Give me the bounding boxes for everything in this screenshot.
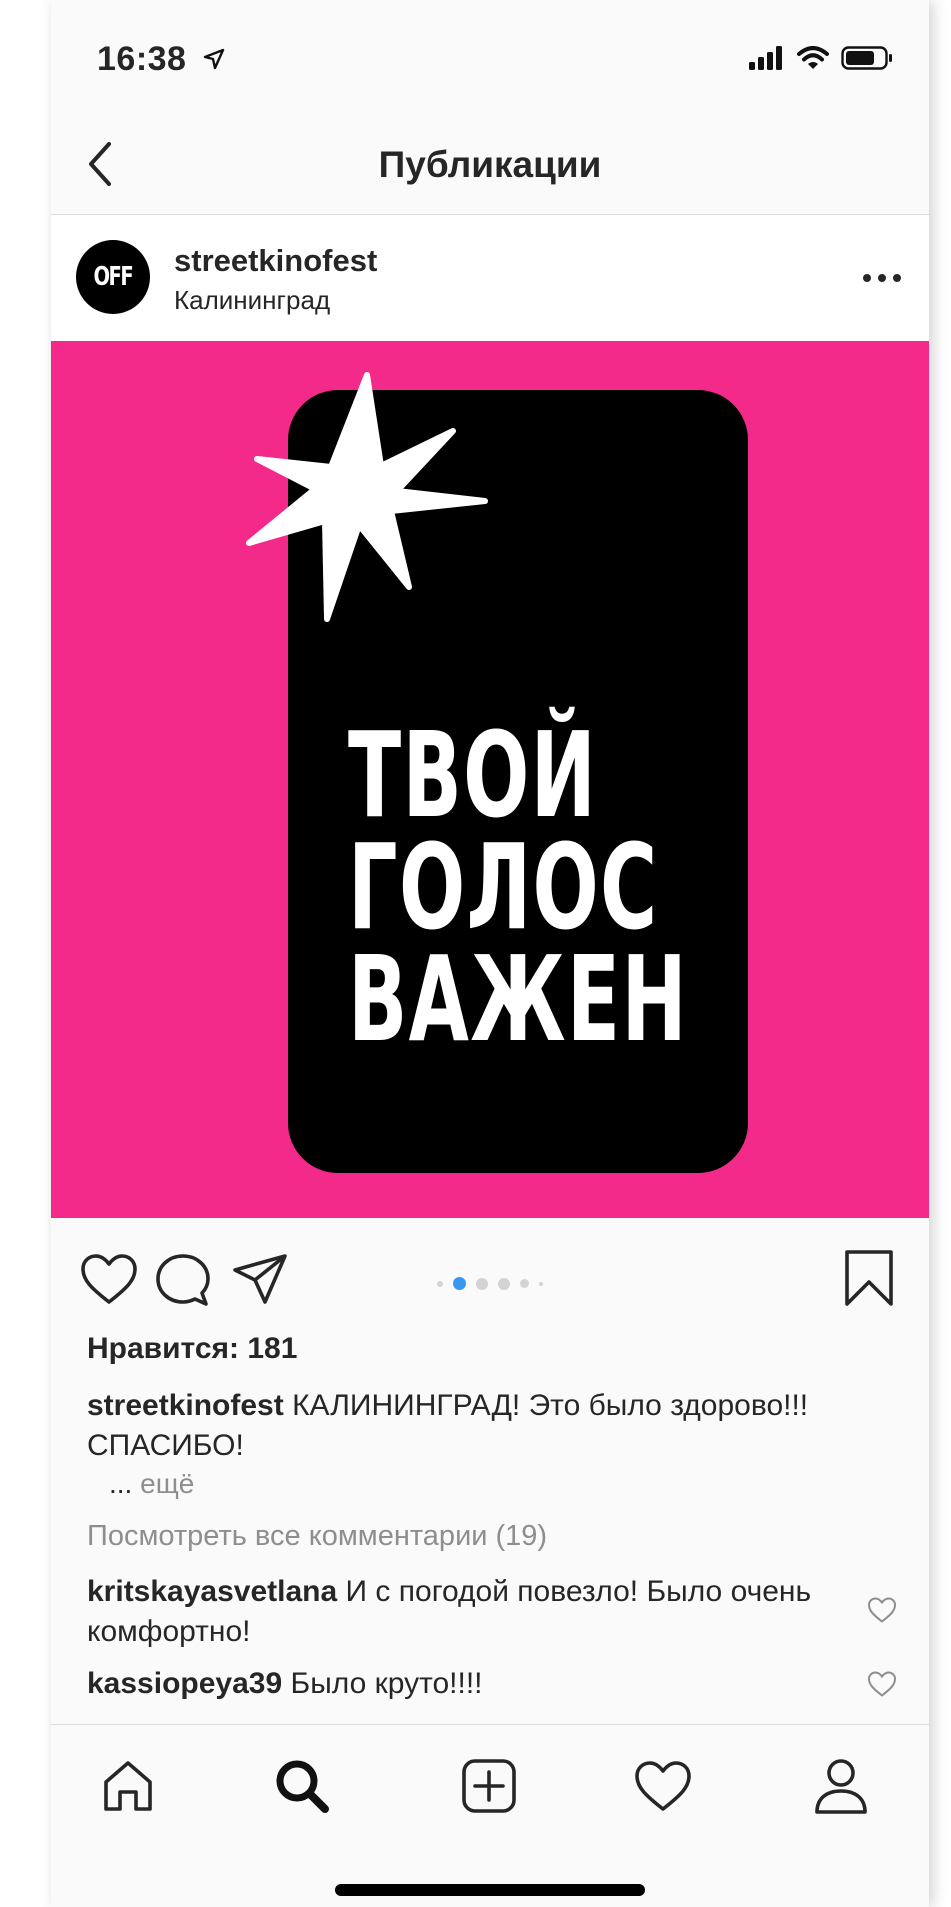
- caption-username[interactable]: streetkinofest: [87, 1389, 284, 1422]
- view-all-comments-link[interactable]: Посмотреть все комментарии (19): [87, 1520, 547, 1553]
- status-time: 16:38: [97, 40, 187, 78]
- bookmark-icon[interactable]: [841, 1248, 897, 1315]
- activity-heart-icon[interactable]: [628, 1751, 698, 1821]
- carousel-dot-active: [453, 1277, 466, 1290]
- more-label[interactable]: ещё: [140, 1468, 194, 1499]
- carousel-dot: [520, 1279, 529, 1288]
- nav-header: Публикации: [51, 120, 929, 215]
- phone-screen: 16:38 Публикации OFF streetkinofest Кали…: [51, 0, 929, 1907]
- headline-line: ГОЛОС: [348, 818, 659, 956]
- comment: kritskayasvetlana И с погодой повезло! Б…: [87, 1572, 847, 1652]
- more-ellipsis: ...: [109, 1468, 133, 1499]
- home-indicator: [335, 1884, 645, 1896]
- post-actions: [51, 1218, 929, 1334]
- add-post-icon[interactable]: [454, 1751, 524, 1821]
- wifi-icon: [797, 46, 829, 75]
- caption-more-link[interactable]: ... ещё: [109, 1468, 194, 1500]
- location-arrow-icon: [203, 48, 225, 75]
- page-title: Публикации: [378, 144, 602, 185]
- comment: kassiopeya39 Было круто!!!!: [87, 1664, 847, 1704]
- carousel-dot: [539, 1281, 543, 1286]
- ellipsis-icon[interactable]: [857, 263, 907, 293]
- comment-username[interactable]: kritskayasvetlana: [87, 1575, 337, 1608]
- carousel-dot: [437, 1280, 443, 1287]
- status-icons: [749, 46, 893, 75]
- post-caption: streetkinofest КАЛИНИНГРАД! Это было здо…: [87, 1386, 867, 1466]
- comment-username[interactable]: kassiopeya39: [87, 1667, 282, 1700]
- comment-text: Было круто!!!!: [290, 1667, 483, 1700]
- paper-plane-icon[interactable]: [231, 1252, 289, 1313]
- battery-icon: [841, 46, 893, 75]
- post-location[interactable]: Калининград: [174, 285, 330, 316]
- carousel-dot: [498, 1277, 510, 1290]
- post-header: OFF streetkinofest Калининград: [51, 215, 929, 341]
- heart-icon[interactable]: [79, 1252, 139, 1311]
- headline-line: ВАЖЕН: [348, 930, 688, 1068]
- profile-icon[interactable]: [806, 1751, 876, 1821]
- carousel-indicator: [437, 1277, 543, 1290]
- comment-like-heart-icon[interactable]: [867, 1596, 897, 1629]
- star-burst-icon: [246, 372, 488, 622]
- image-headline: ТВОЙ ГОЛОС ВАЖЕН: [348, 706, 688, 1068]
- search-icon[interactable]: [267, 1751, 337, 1821]
- cellular-signal-icon: [749, 46, 785, 75]
- status-bar: 16:38: [51, 0, 929, 120]
- avatar-text: OFF: [93, 262, 134, 292]
- carousel-dot: [476, 1277, 488, 1290]
- post-username[interactable]: streetkinofest: [174, 243, 377, 279]
- tab-bar: [51, 1724, 929, 1907]
- comment-icon[interactable]: [154, 1252, 212, 1313]
- comment-like-heart-icon[interactable]: [867, 1670, 897, 1703]
- headline-line: ТВОЙ: [348, 706, 598, 844]
- home-icon[interactable]: [93, 1751, 163, 1821]
- likes-count[interactable]: Нравится: 181: [87, 1332, 297, 1366]
- post-image[interactable]: ТВОЙ ГОЛОС ВАЖЕН: [51, 341, 929, 1218]
- avatar[interactable]: OFF: [76, 240, 150, 314]
